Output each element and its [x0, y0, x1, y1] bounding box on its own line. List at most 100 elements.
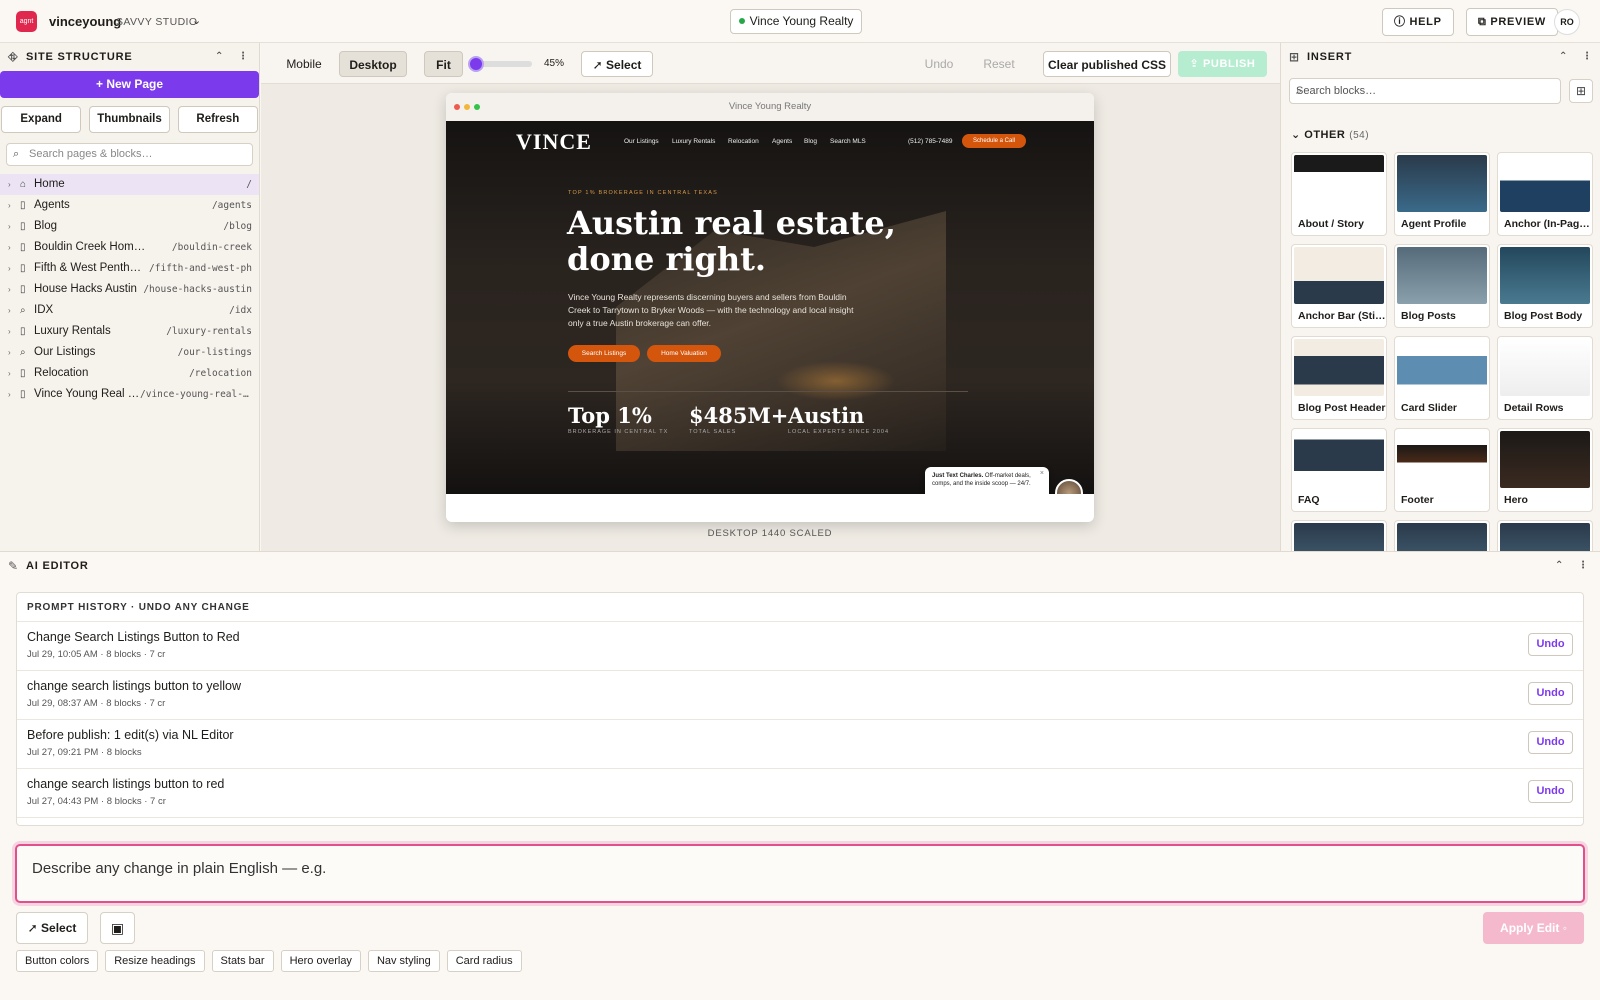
chevron-right-icon[interactable]: ›: [8, 300, 11, 321]
suggestion-chip[interactable]: Nav styling: [367, 950, 440, 972]
chat-bubble[interactable]: Just Text Charles. Off-market deals, com…: [925, 467, 1049, 494]
block-card[interactable]: Hero: [1497, 428, 1593, 512]
category-other[interactable]: ⌄ OTHER (54): [1291, 128, 1369, 141]
chat-avatar[interactable]: [1055, 479, 1083, 494]
chevron-right-icon[interactable]: ›: [8, 342, 11, 363]
nav-blog[interactable]: Blog: [804, 138, 817, 145]
nav-relocation[interactable]: Relocation: [728, 138, 759, 145]
history-undo-button[interactable]: Undo: [1528, 731, 1573, 754]
refresh-button[interactable]: Refresh: [177, 106, 258, 133]
block-search-input[interactable]: ⌕ Search blocks…: [1289, 78, 1561, 104]
preview-frame[interactable]: Vince Young Realty VINCE Our Listings Lu…: [446, 93, 1094, 522]
home-valuation-button[interactable]: Home Valuation: [647, 345, 721, 362]
page-tree-item[interactable]: › ▯ Relocation/relocation: [0, 363, 259, 384]
suggestion-chip[interactable]: Button colors: [16, 950, 99, 972]
block-card[interactable]: Footer: [1394, 428, 1490, 512]
select-element-button[interactable]: ➚ Select: [16, 912, 88, 944]
reset-button[interactable]: Reset: [974, 51, 1024, 77]
page-tree-item[interactable]: › ⌕ IDX/idx: [0, 300, 259, 321]
page-search-input[interactable]: ⌕ Search pages & blocks…: [6, 143, 253, 166]
search-listings-button[interactable]: Search Listings: [568, 345, 640, 362]
chevron-right-icon[interactable]: ›: [8, 384, 11, 405]
nav-our-listings[interactable]: Our Listings: [624, 138, 659, 145]
preview-button[interactable]: ⧉ PREVIEW: [1466, 8, 1558, 36]
site-phone[interactable]: (512) 785-7489: [908, 138, 952, 145]
block-card[interactable]: [1394, 520, 1490, 551]
block-card[interactable]: Card Slider: [1394, 336, 1490, 420]
suggestion-chip[interactable]: Resize headings: [105, 950, 205, 972]
more-icon[interactable]: ⋮: [1578, 560, 1589, 571]
new-page-button[interactable]: + New Page: [0, 71, 259, 98]
chevron-right-icon[interactable]: ›: [8, 237, 11, 258]
nav-luxury-rentals[interactable]: Luxury Rentals: [672, 138, 715, 145]
help-button[interactable]: ⓘ HELP: [1382, 8, 1454, 36]
block-card[interactable]: Blog Post Body: [1497, 244, 1593, 328]
history-undo-button[interactable]: Undo: [1528, 633, 1573, 656]
apply-edit-button[interactable]: Apply Edit ◦: [1483, 912, 1584, 944]
collapse-icon[interactable]: ⌃: [1555, 560, 1564, 571]
prompt-input[interactable]: Describe any change in plain English — e…: [15, 844, 1585, 903]
page-tree-item[interactable]: › ▯ Agents/agents: [0, 195, 259, 216]
select-tool-button[interactable]: ➚ Select: [581, 51, 653, 77]
undo-button[interactable]: Undo: [914, 51, 964, 77]
page-tree-item[interactable]: › ▯ Bouldin Creek Homes for Sale/bouldin-c…: [0, 237, 259, 258]
chevron-right-icon[interactable]: ›: [8, 174, 11, 195]
expand-button[interactable]: Expand: [1, 106, 82, 133]
page-tree-item[interactable]: › ▯ House Hacks Austin/house-hacks-austin: [0, 279, 259, 300]
chevron-right-icon[interactable]: ›: [8, 363, 11, 384]
page-tree-item[interactable]: › ▯ Fifth & West Penthouse/fifth-and-west-…: [0, 258, 259, 279]
collapse-icon[interactable]: ⌃: [215, 51, 224, 62]
grid-view-icon[interactable]: ⊞: [1569, 79, 1593, 103]
publish-button[interactable]: ⇪ PUBLISH: [1178, 51, 1267, 77]
block-card[interactable]: About / Story: [1291, 152, 1387, 236]
page-tree-item[interactable]: › ▯ Vince Young Real Es…/vince-young-real-…: [0, 384, 259, 405]
more-icon[interactable]: ⋮: [1582, 51, 1593, 62]
clear-published-css-button[interactable]: Clear published CSS: [1043, 51, 1171, 77]
page-tree-item[interactable]: › ▯ Blog/blog: [0, 216, 259, 237]
close-icon[interactable]: ×: [1040, 470, 1044, 478]
block-card[interactable]: [1497, 520, 1593, 551]
chevron-right-icon[interactable]: ›: [8, 321, 11, 342]
collapse-icon[interactable]: ⌃: [1559, 51, 1568, 62]
history-undo-button[interactable]: Undo: [1528, 682, 1573, 705]
more-icon[interactable]: ⋮: [238, 51, 249, 62]
nav-search-mls[interactable]: Search MLS: [830, 138, 866, 145]
block-card[interactable]: Agent Profile: [1394, 152, 1490, 236]
block-card[interactable]: Blog Posts: [1394, 244, 1490, 328]
block-card[interactable]: FAQ: [1291, 428, 1387, 512]
schedule-call-button[interactable]: Schedule a Call: [962, 134, 1026, 148]
chevron-right-icon[interactable]: ›: [8, 279, 11, 300]
suggestion-chip[interactable]: Card radius: [446, 950, 522, 972]
desktop-toggle[interactable]: Desktop: [339, 51, 407, 77]
block-card[interactable]: Anchor Bar (Sti…: [1291, 244, 1387, 328]
image-upload-icon[interactable]: ▣: [100, 912, 135, 944]
mobile-toggle[interactable]: Mobile: [275, 51, 333, 77]
fit-button[interactable]: Fit: [424, 51, 463, 77]
page-tree-item[interactable]: › ▯ Luxury Rentals/luxury-rentals: [0, 321, 259, 342]
page-tree-item[interactable]: › ⌕ Our Listings/our-listings: [0, 342, 259, 363]
site-logo[interactable]: VINCE: [516, 129, 592, 155]
site-selector[interactable]: Vince Young Realty: [730, 9, 862, 34]
hero-section[interactable]: VINCE Our Listings Luxury Rentals Reloca…: [446, 121, 1094, 494]
nav-agents[interactable]: Agents: [772, 138, 792, 145]
chevron-down-icon[interactable]: ⌄: [192, 14, 201, 27]
zoom-slider-handle[interactable]: [468, 56, 484, 72]
thumbnails-button[interactable]: Thumbnails: [89, 106, 170, 133]
chevron-right-icon[interactable]: ›: [8, 195, 11, 216]
stat-value: Top 1%: [568, 403, 652, 428]
chevron-right-icon[interactable]: ›: [8, 216, 11, 237]
block-card[interactable]: Anchor (In-Pag…: [1497, 152, 1593, 236]
block-card[interactable]: [1291, 520, 1387, 551]
workspace-studio[interactable]: SAVVY STUDIO: [116, 16, 197, 28]
workspace-name[interactable]: vinceyoung: [49, 14, 121, 29]
app-logo[interactable]: agnt: [16, 11, 37, 32]
suggestion-chip[interactable]: Hero overlay: [280, 950, 361, 972]
page-tree-item[interactable]: › ⌂ Home /: [0, 174, 259, 195]
history-undo-button[interactable]: Undo: [1528, 780, 1573, 803]
history-meta: Jul 27, 09:21 PM · 8 blocks: [27, 747, 142, 758]
chevron-right-icon[interactable]: ›: [8, 258, 11, 279]
suggestion-chip[interactable]: Stats bar: [211, 950, 274, 972]
user-avatar[interactable]: RO: [1554, 9, 1580, 35]
block-card[interactable]: Detail Rows: [1497, 336, 1593, 420]
block-card[interactable]: Blog Post Header: [1291, 336, 1387, 420]
